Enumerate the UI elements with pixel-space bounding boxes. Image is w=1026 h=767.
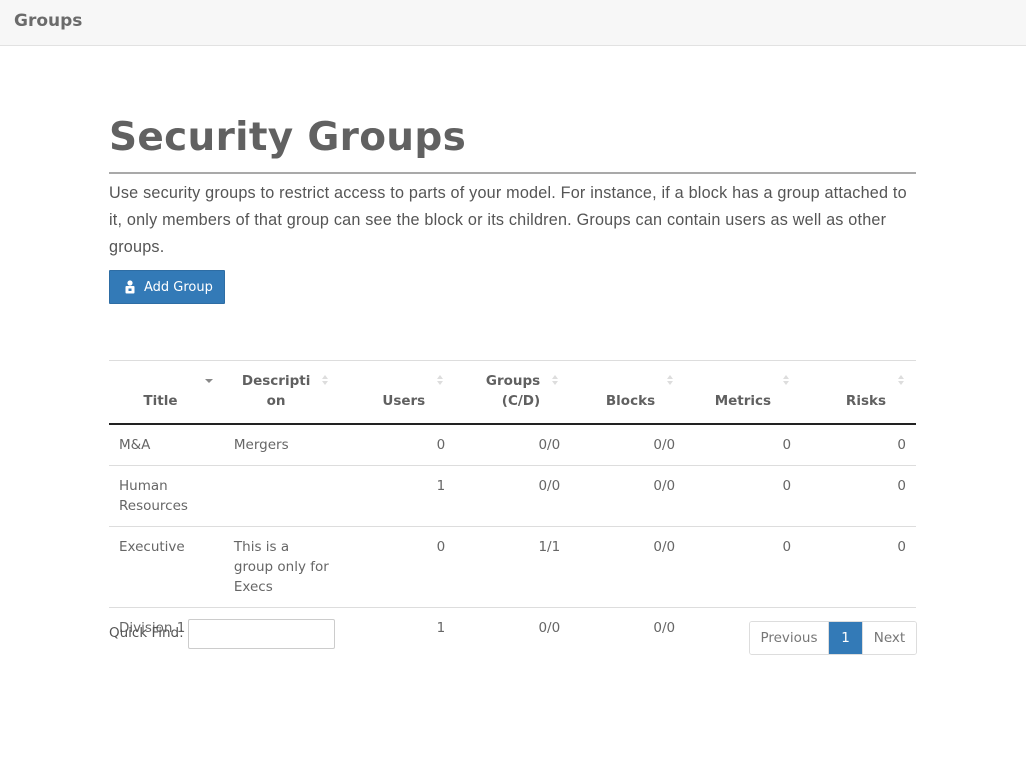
top-bar: Groups [0,0,1026,46]
cell-groups: 0/0 [455,424,571,466]
cell-users: 1 [436,620,446,636]
cell-groups: 0/0 [455,465,571,527]
cell-blocks: 0/0 [570,526,686,608]
add-group-label: Add Group [144,279,213,295]
column-header-title[interactable]: Title [109,360,224,425]
column-header-risks[interactable]: Risks [801,360,916,425]
pagination-next-button[interactable]: Next [862,622,916,654]
column-header-description[interactable]: Descripti on [223,360,341,425]
groups-table: Title Descripti on Users Groups (C/D) Bl… [109,360,916,648]
cell-title: M&A [109,424,224,466]
cell-metrics: 0 [685,465,802,527]
cell-risks: 0 [801,424,916,466]
cell-users: 0 [340,526,456,608]
column-header-users[interactable]: Users [340,360,456,425]
cell-blocks: 0/0 [570,424,686,466]
column-header-blocks[interactable]: Blocks [570,360,686,425]
cell-title: Human Resources [109,465,224,527]
cell-blocks: 0/0 [570,465,686,527]
cell-users: 1 [340,465,456,527]
cell-description: This is a group only for Execs [223,526,341,608]
cell-blocks: 0/0 [653,620,676,636]
pagination: Previous 1 Next [749,621,917,655]
pagination-previous-button[interactable]: Previous [750,622,829,654]
sort-both-icon [550,373,560,387]
sort-both-icon [320,373,330,387]
page-title: Security Groups [109,114,916,174]
add-group-button[interactable]: Add Group [109,270,225,304]
cell-users: 0 [340,424,456,466]
cell-description [223,465,341,527]
table-row[interactable]: Executive This is a group only for Execs… [109,526,916,608]
table-row[interactable]: M&A Mergers 0 0/0 0/0 0 0 [109,424,916,466]
quick-find-label: Quick Find: [109,625,184,641]
topbar-title: Groups [14,11,83,31]
cell-risks: 0 [801,465,916,527]
cell-risks: 0 [801,526,916,608]
quick-find-input[interactable] [188,619,335,649]
sort-both-icon [665,373,675,387]
pagination-page-1[interactable]: 1 [829,622,862,654]
cell-metrics: 0 [685,424,802,466]
cell-groups: 0/0 [538,620,561,636]
cell-metrics: 0 [685,526,802,608]
table-header-row: Title Descripti on Users Groups (C/D) Bl… [109,360,916,425]
cell-groups: 1/1 [455,526,571,608]
sort-descending-icon [204,373,214,387]
user-lock-icon [124,280,136,294]
sort-both-icon [896,373,906,387]
sort-both-icon [435,373,445,387]
sort-both-icon [781,373,791,387]
cell-title: Executive [109,526,224,608]
cell-description: Mergers [223,424,341,466]
column-header-groups[interactable]: Groups (C/D) [455,360,571,425]
intro-text: Use security groups to restrict access t… [109,184,907,256]
table-row[interactable]: Human Resources 1 0/0 0/0 0 0 [109,465,916,527]
column-header-metrics[interactable]: Metrics [685,360,802,425]
